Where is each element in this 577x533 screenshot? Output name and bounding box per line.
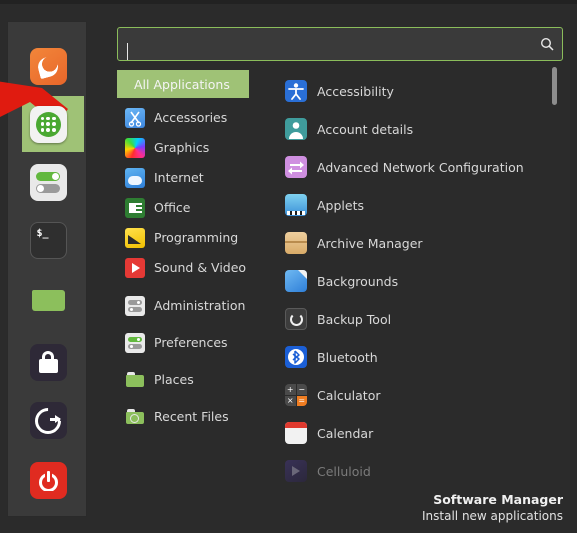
category-item-recent-files[interactable]: Recent Files xyxy=(117,402,249,431)
sound-video-play-icon xyxy=(125,257,145,278)
application-item-account-details[interactable]: Account details xyxy=(285,110,555,148)
category-item-office[interactable]: Office xyxy=(117,193,249,222)
application-item-calendar[interactable]: Calendar xyxy=(285,414,555,452)
category-item-all-applications[interactable]: All Applications xyxy=(117,70,249,98)
software-manager-title: Software Manager xyxy=(433,492,563,507)
category-item-sound-video[interactable]: Sound & Video xyxy=(117,253,249,282)
application-item-backgrounds[interactable]: Backgrounds xyxy=(285,262,555,300)
application-label: Advanced Network Configuration xyxy=(317,159,524,175)
archive-manager-icon xyxy=(285,232,307,254)
category-item-places[interactable]: Places xyxy=(117,365,249,394)
launcher-item-files[interactable] xyxy=(8,282,88,316)
toggle-switches-icon xyxy=(29,164,67,201)
launcher-item-menu[interactable] xyxy=(8,96,88,152)
category-label: All Applications xyxy=(134,76,230,92)
scrollbar-thumb[interactable] xyxy=(552,67,557,105)
power-icon xyxy=(29,462,67,499)
accessories-scissors-icon xyxy=(125,107,145,128)
backgrounds-icon xyxy=(285,270,307,292)
administration-toggles-icon xyxy=(125,295,145,316)
bluetooth-icon xyxy=(285,346,307,368)
internet-cloud-icon xyxy=(125,167,145,188)
application-label: Backup Tool xyxy=(317,311,392,327)
application-label: Accessibility xyxy=(317,83,394,99)
programming-icon xyxy=(125,227,145,248)
category-item-preferences[interactable]: Preferences xyxy=(117,328,249,357)
logout-icon xyxy=(29,402,67,439)
application-list: Accessibility Account details Advanced N… xyxy=(285,72,555,490)
advanced-network-configuration-icon xyxy=(285,156,307,178)
category-label: Administration xyxy=(154,298,246,313)
graphics-color-wheel-icon xyxy=(125,137,145,158)
menu-window: $_ All Applications Accessories Graphics… xyxy=(0,0,577,533)
places-folder-icon xyxy=(125,370,145,390)
application-label: Calendar xyxy=(317,425,374,441)
software-manager-footer[interactable]: Software Manager Install new application… xyxy=(422,491,563,525)
launcher-item-lock[interactable] xyxy=(8,344,88,381)
applications-grid-icon xyxy=(29,105,67,143)
category-label: Sound & Video xyxy=(154,260,247,275)
launcher-item-logout[interactable] xyxy=(8,402,88,439)
search-box[interactable] xyxy=(117,27,563,61)
category-label: Internet xyxy=(154,170,204,185)
text-caret xyxy=(127,42,128,60)
application-list-scrollbar[interactable] xyxy=(551,66,558,486)
application-label: Applets xyxy=(317,197,364,213)
launcher-item-terminal[interactable]: $_ xyxy=(8,222,88,259)
application-item-applets[interactable]: Applets xyxy=(285,186,555,224)
category-label: Graphics xyxy=(154,140,210,155)
category-list: All Applications Accessories Graphics In… xyxy=(117,70,249,432)
category-label: Recent Files xyxy=(154,409,229,424)
launcher-panel: $_ xyxy=(7,21,87,517)
application-item-backup-tool[interactable]: Backup Tool xyxy=(285,300,555,338)
category-item-administration[interactable]: Administration xyxy=(117,291,249,320)
application-item-calculator[interactable]: + − × = Calculator xyxy=(285,376,555,414)
account-details-icon xyxy=(285,118,307,140)
category-item-internet[interactable]: Internet xyxy=(117,163,249,192)
category-item-graphics[interactable]: Graphics xyxy=(117,133,249,162)
application-label: Calculator xyxy=(317,387,381,403)
application-item-archive-manager[interactable]: Archive Manager xyxy=(285,224,555,262)
application-label: Bluetooth xyxy=(317,349,378,365)
application-item-accessibility[interactable]: Accessibility xyxy=(285,72,555,110)
screen-top-strip xyxy=(0,0,577,4)
application-item-bluetooth[interactable]: Bluetooth xyxy=(285,338,555,376)
terminal-icon: $_ xyxy=(29,222,67,259)
category-label: Accessories xyxy=(154,110,228,125)
calculator-icon: + − × = xyxy=(285,384,307,406)
software-manager-subtitle: Install new applications xyxy=(422,509,563,523)
recent-files-clock-folder-icon xyxy=(125,407,145,427)
application-item-advanced-network-configuration[interactable]: Advanced Network Configuration xyxy=(285,148,555,186)
launcher-item-shutdown[interactable] xyxy=(8,462,88,499)
category-label: Office xyxy=(154,200,191,215)
application-label: Archive Manager xyxy=(317,235,423,251)
launcher-item-firefox[interactable] xyxy=(8,48,88,85)
celluloid-icon xyxy=(285,460,307,482)
application-label: Celluloid xyxy=(317,463,371,479)
folder-icon xyxy=(30,284,67,314)
launcher-item-settings[interactable] xyxy=(8,164,88,201)
category-item-programming[interactable]: Programming xyxy=(117,223,249,252)
category-label: Places xyxy=(154,372,194,387)
category-label: Programming xyxy=(154,230,239,245)
search-icon[interactable] xyxy=(532,37,562,51)
accessibility-icon xyxy=(285,80,307,102)
firefox-icon xyxy=(29,48,67,85)
application-item-celluloid[interactable]: Celluloid xyxy=(285,452,555,490)
padlock-icon xyxy=(29,344,67,381)
category-label: Preferences xyxy=(154,335,228,350)
category-item-accessories[interactable]: Accessories xyxy=(117,103,249,132)
preferences-toggles-icon xyxy=(125,332,145,353)
application-label: Backgrounds xyxy=(317,273,399,289)
calendar-icon xyxy=(285,422,307,444)
search-input[interactable] xyxy=(118,38,308,54)
office-document-icon xyxy=(125,197,145,218)
applets-icon xyxy=(285,194,307,216)
backup-tool-icon xyxy=(285,308,307,330)
application-label: Account details xyxy=(317,121,414,137)
